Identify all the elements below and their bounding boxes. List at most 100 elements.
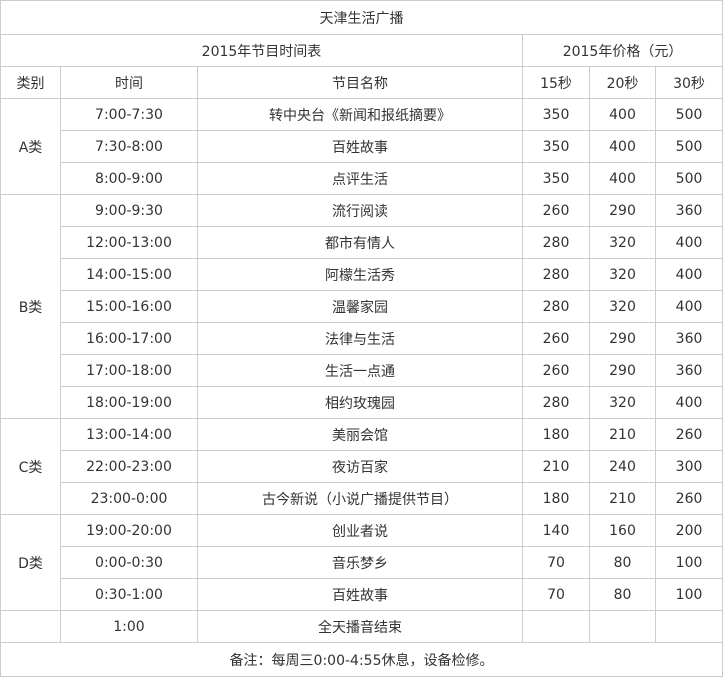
price-20s-cell: 290 xyxy=(589,354,656,387)
program-cell: 百姓故事 xyxy=(197,578,523,611)
price-15s-cell: 180 xyxy=(522,418,590,451)
price-20s-cell: 320 xyxy=(589,226,656,259)
table-row: 22:00-23:00 夜访百家 210 240 300 xyxy=(1,450,724,483)
price-20s-cell: 320 xyxy=(589,290,656,323)
program-cell: 音乐梦乡 xyxy=(197,546,523,579)
price-30s-cell: 400 xyxy=(654,258,724,291)
table-row: A类 7:00-7:30 转中央台《新闻和报纸摘要》 350 400 500 xyxy=(0,98,724,195)
table-row: D类 19:00-20:00 创业者说 140 160 200 xyxy=(0,514,724,611)
price-15s-cell: 260 xyxy=(522,322,590,355)
time-cell: 9:00-9:30 xyxy=(60,194,198,227)
time-cell: 12:00-13:00 xyxy=(60,226,198,259)
program-cell: 生活一点通 xyxy=(197,354,523,387)
time-cell: 0:00-0:30 xyxy=(60,546,198,579)
column-header-20s: 20秒 xyxy=(589,66,656,99)
table-title: 天津生活广播 xyxy=(0,0,724,35)
price-30s-cell: 100 xyxy=(654,546,724,579)
price-header: 2015年价格（元） xyxy=(521,34,724,67)
price-15s-cell: 350 xyxy=(522,130,590,163)
column-header-30s: 30秒 xyxy=(654,66,724,99)
time-cell: 7:30-8:00 xyxy=(60,130,198,163)
program-cell: 百姓故事 xyxy=(197,130,523,163)
time-cell: 17:00-18:00 xyxy=(60,354,198,387)
price-30s-cell: 360 xyxy=(654,322,724,355)
column-header-program: 节目名称 xyxy=(197,66,523,99)
price-20s-cell: 80 xyxy=(589,546,656,579)
table-row: 14:00-15:00 阿檬生活秀 280 320 400 xyxy=(1,258,724,291)
category-cell: D类 xyxy=(0,514,61,611)
price-15s-cell: 280 xyxy=(522,226,590,259)
program-cell: 转中央台《新闻和报纸摘要》 xyxy=(197,98,523,131)
price-15s-cell: 280 xyxy=(522,290,590,323)
table-row: 23:00-0:00 古今新说（小说广播提供节目） 180 210 260 xyxy=(1,482,724,515)
time-cell: 0:30-1:00 xyxy=(60,578,198,611)
price-15s-cell: 180 xyxy=(522,482,590,515)
price-15s-cell: 350 xyxy=(522,98,590,131)
schedule-table: 天津生活广播 2015年节目时间表 2015年价格（元） 类别 时间 节目名称 … xyxy=(0,0,724,677)
time-cell: 13:00-14:00 xyxy=(60,418,198,451)
program-cell: 都市有情人 xyxy=(197,226,523,259)
price-30s-cell: 500 xyxy=(654,162,724,195)
table-row: 7:30-8:00 百姓故事 350 400 500 xyxy=(1,130,724,163)
program-cell: 创业者说 xyxy=(197,514,523,547)
table-row: C类 13:00-14:00 美丽会馆 180 210 260 xyxy=(0,418,724,515)
category-cell-empty xyxy=(0,610,61,643)
price-15s-cell: 70 xyxy=(522,546,590,579)
price-20s-cell-empty xyxy=(589,610,656,643)
price-20s-cell: 160 xyxy=(589,514,656,547)
price-15s-cell: 350 xyxy=(522,162,590,195)
price-30s-cell: 360 xyxy=(654,194,724,227)
price-20s-cell: 210 xyxy=(589,418,656,451)
program-cell: 全天播音结束 xyxy=(197,610,523,643)
price-30s-cell: 500 xyxy=(654,98,724,131)
time-cell: 1:00 xyxy=(60,610,198,643)
program-cell: 美丽会馆 xyxy=(197,418,523,451)
price-30s-cell: 260 xyxy=(654,482,724,515)
price-20s-cell: 400 xyxy=(589,162,656,195)
time-cell: 19:00-20:00 xyxy=(60,514,198,547)
schedule-header: 2015年节目时间表 xyxy=(0,34,523,67)
price-20s-cell: 290 xyxy=(589,194,656,227)
program-cell: 古今新说（小说广播提供节目） xyxy=(197,482,523,515)
program-cell: 夜访百家 xyxy=(197,450,523,483)
table-row: 1:00 全天播音结束 xyxy=(0,610,724,643)
price-30s-cell: 400 xyxy=(654,290,724,323)
price-30s-cell: 200 xyxy=(654,514,724,547)
time-cell: 16:00-17:00 xyxy=(60,322,198,355)
table-row: 0:00-0:30 音乐梦乡 70 80 100 xyxy=(1,546,724,579)
program-cell: 流行阅读 xyxy=(197,194,523,227)
table-row: 12:00-13:00 都市有情人 280 320 400 xyxy=(1,226,724,259)
time-cell: 15:00-16:00 xyxy=(60,290,198,323)
price-20s-cell: 210 xyxy=(589,482,656,515)
program-cell: 法律与生活 xyxy=(197,322,523,355)
price-15s-cell: 260 xyxy=(522,194,590,227)
price-15s-cell: 210 xyxy=(522,450,590,483)
time-cell: 7:00-7:30 xyxy=(60,98,198,131)
column-header-time: 时间 xyxy=(60,66,198,99)
price-20s-cell: 400 xyxy=(589,98,656,131)
program-cell: 点评生活 xyxy=(197,162,523,195)
page: 天津生活广播 2015年节目时间表 2015年价格（元） 类别 时间 节目名称 … xyxy=(0,0,724,677)
price-15s-cell: 280 xyxy=(522,386,590,419)
table-row: B类 9:00-9:30 流行阅读 260 290 360 xyxy=(0,194,724,419)
column-header-15s: 15秒 xyxy=(522,66,590,99)
time-cell: 23:00-0:00 xyxy=(60,482,198,515)
price-15s-cell-empty xyxy=(522,610,590,643)
column-header-category: 类别 xyxy=(0,66,61,99)
table-row: 8:00-9:00 点评生活 350 400 500 xyxy=(1,162,724,195)
note-text: 备注：每周三0:00-4:55休息，设备检修。 xyxy=(0,642,724,677)
program-cell: 温馨家园 xyxy=(197,290,523,323)
price-20s-cell: 290 xyxy=(589,322,656,355)
price-30s-cell: 400 xyxy=(654,226,724,259)
price-30s-cell-empty xyxy=(654,610,724,643)
price-15s-cell: 260 xyxy=(522,354,590,387)
time-cell: 18:00-19:00 xyxy=(60,386,198,419)
price-20s-cell: 320 xyxy=(589,386,656,419)
price-30s-cell: 400 xyxy=(654,386,724,419)
program-cell: 阿檬生活秀 xyxy=(197,258,523,291)
time-cell: 14:00-15:00 xyxy=(60,258,198,291)
price-30s-cell: 300 xyxy=(654,450,724,483)
note-row: 备注：每周三0:00-4:55休息，设备检修。 xyxy=(0,642,724,677)
price-15s-cell: 280 xyxy=(522,258,590,291)
price-30s-cell: 260 xyxy=(654,418,724,451)
